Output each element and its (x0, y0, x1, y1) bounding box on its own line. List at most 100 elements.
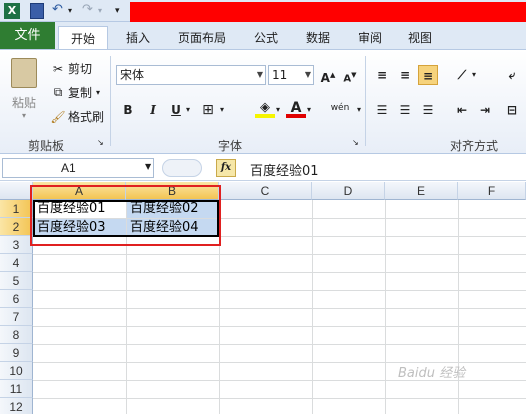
scissors-icon: ✂ (52, 61, 64, 76)
row-header-7[interactable]: 7 (0, 308, 33, 326)
gridline (33, 308, 526, 309)
name-box-dropdown-icon[interactable]: ▼ (145, 162, 151, 171)
customize-toolbar-icon[interactable]: ▾ (115, 3, 125, 19)
gridline (385, 200, 386, 414)
quick-access-toolbar: X ↶ ▾ ↷ ▾ ▾ (0, 0, 526, 22)
row-header-3[interactable]: 3 (0, 236, 33, 254)
decrease-indent-icon[interactable]: ⇤ (452, 100, 472, 120)
merge-center-icon[interactable]: ⊟ (502, 100, 522, 120)
borders-icon[interactable]: ⊞ (198, 100, 218, 120)
chevron-down-icon: ▼ (256, 70, 263, 79)
cut-button[interactable]: ✂ 剪切 (50, 60, 92, 77)
clipboard-launcher-icon[interactable]: ↘ (97, 138, 104, 147)
alignment-group-label: 对齐方式 (450, 139, 499, 153)
font-size-select[interactable]: 11 ▼ (268, 65, 314, 85)
insert-function-button[interactable]: fx (216, 159, 236, 177)
align-bottom-icon[interactable]: ≡ (418, 65, 438, 85)
borders-dropdown-icon[interactable]: ▾ (218, 100, 226, 120)
font-name-select[interactable]: 宋体 ▼ (116, 65, 266, 85)
row-header-9[interactable]: 9 (0, 344, 33, 362)
row-header-11[interactable]: 11 (0, 380, 33, 398)
paste-button[interactable]: 粘贴 ▾ (6, 58, 42, 128)
column-header-d[interactable]: D (312, 182, 385, 200)
align-middle-icon[interactable]: ≡ (395, 65, 415, 85)
row-header-12[interactable]: 12 (0, 398, 33, 414)
format-painter-button[interactable]: 🖌 格式刷 (50, 108, 104, 125)
tab-view[interactable]: 视图 (400, 26, 440, 50)
row-header-6[interactable]: 6 (0, 290, 33, 308)
copy-button[interactable]: ⧉ 复制 ▾ (50, 84, 100, 101)
save-icon[interactable] (30, 3, 44, 19)
redo-dropdown-icon[interactable]: ▾ (98, 3, 106, 19)
redo-icon[interactable]: ↷ (82, 3, 96, 19)
phonetic-dropdown-icon[interactable]: ▾ (355, 100, 363, 120)
copy-label: 复制 (68, 86, 93, 100)
gridline (312, 200, 313, 414)
align-center-icon[interactable]: ☰ (395, 100, 415, 120)
decrease-font-size-icon[interactable]: A▼ (340, 65, 360, 85)
excel-logo-icon: X (4, 3, 20, 19)
brush-icon: 🖌 (50, 109, 66, 124)
formula-bar: A1 ▼ fx 百度经验01 (0, 155, 526, 181)
italic-button[interactable]: I (143, 100, 163, 120)
group-divider (365, 56, 366, 146)
phonetic-guide-icon[interactable]: wén (326, 98, 354, 118)
underline-button[interactable]: U (166, 100, 186, 120)
font-color-dropdown-icon[interactable]: ▾ (305, 100, 313, 120)
gridline (33, 398, 526, 399)
gridline (33, 326, 526, 327)
group-divider (110, 56, 111, 146)
row-header-2[interactable]: 2 (0, 218, 33, 236)
align-top-icon[interactable]: ≡ (372, 65, 392, 85)
align-left-icon[interactable]: ☰ (372, 100, 392, 120)
font-color-button[interactable]: A (286, 98, 306, 118)
ribbon-tabs: 开始 插入 页面布局 公式 数据 审阅 视图 (0, 22, 526, 52)
align-right-icon[interactable]: ☰ (418, 100, 438, 120)
column-header-f[interactable]: F (458, 182, 526, 200)
orientation-icon[interactable]: ⟋ (452, 65, 472, 85)
tab-data[interactable]: 数据 (298, 26, 338, 50)
fill-color-icon[interactable]: ◈ (255, 98, 275, 118)
gridline (33, 272, 526, 273)
highlight-annotation-box (30, 185, 221, 246)
gridline (33, 254, 526, 255)
wrap-text-icon[interactable]: ⤶ (502, 65, 522, 85)
bold-button[interactable]: B (118, 100, 138, 120)
clipboard-group-label: 剪贴板 (28, 139, 65, 153)
row-header-10[interactable]: 10 (0, 362, 33, 380)
format-painter-label: 格式刷 (68, 110, 105, 124)
orientation-dropdown-icon[interactable]: ▾ (470, 65, 478, 85)
fill-color-dropdown-icon[interactable]: ▾ (274, 100, 282, 120)
copy-dropdown-icon: ▾ (96, 88, 101, 97)
row-header-1[interactable]: 1 (0, 200, 33, 218)
font-launcher-icon[interactable]: ↘ (352, 138, 359, 147)
gridline (458, 200, 459, 414)
underline-dropdown-icon[interactable]: ▾ (184, 100, 192, 120)
row-header-8[interactable]: 8 (0, 326, 33, 344)
select-all-corner[interactable] (0, 182, 33, 200)
font-name-value: 宋体 (120, 68, 145, 82)
tab-file[interactable]: 文件 (0, 22, 55, 50)
increase-indent-icon[interactable]: ⇥ (475, 100, 495, 120)
tab-formulas[interactable]: 公式 (246, 26, 286, 50)
undo-dropdown-icon[interactable]: ▾ (68, 3, 76, 19)
paste-icon (11, 58, 37, 88)
row-header-4[interactable]: 4 (0, 254, 33, 272)
name-box[interactable]: A1 (2, 158, 154, 178)
column-header-c[interactable]: C (219, 182, 312, 200)
formula-bar-resize-icon[interactable] (162, 159, 202, 177)
tab-insert[interactable]: 插入 (118, 26, 158, 50)
formula-input[interactable]: 百度经验01 (250, 160, 319, 179)
font-size-value: 11 (272, 68, 288, 82)
ribbon-home: 粘贴 ▾ ✂ 剪切 ⧉ 复制 ▾ 🖌 格式刷 剪贴板 ↘ 宋体 ▼ 11 ▼ A… (0, 49, 526, 154)
paste-label: 粘贴 (11, 96, 36, 110)
gridline (33, 344, 526, 345)
row-header-5[interactable]: 5 (0, 272, 33, 290)
increase-font-size-icon[interactable]: A▲ (318, 65, 338, 85)
tab-page-layout[interactable]: 页面布局 (170, 26, 234, 50)
redacted-title-bar (130, 2, 526, 22)
paste-dropdown-icon: ▾ (21, 111, 26, 120)
column-header-e[interactable]: E (385, 182, 458, 200)
tab-review[interactable]: 审阅 (350, 26, 390, 50)
undo-icon[interactable]: ↶ (52, 3, 66, 19)
